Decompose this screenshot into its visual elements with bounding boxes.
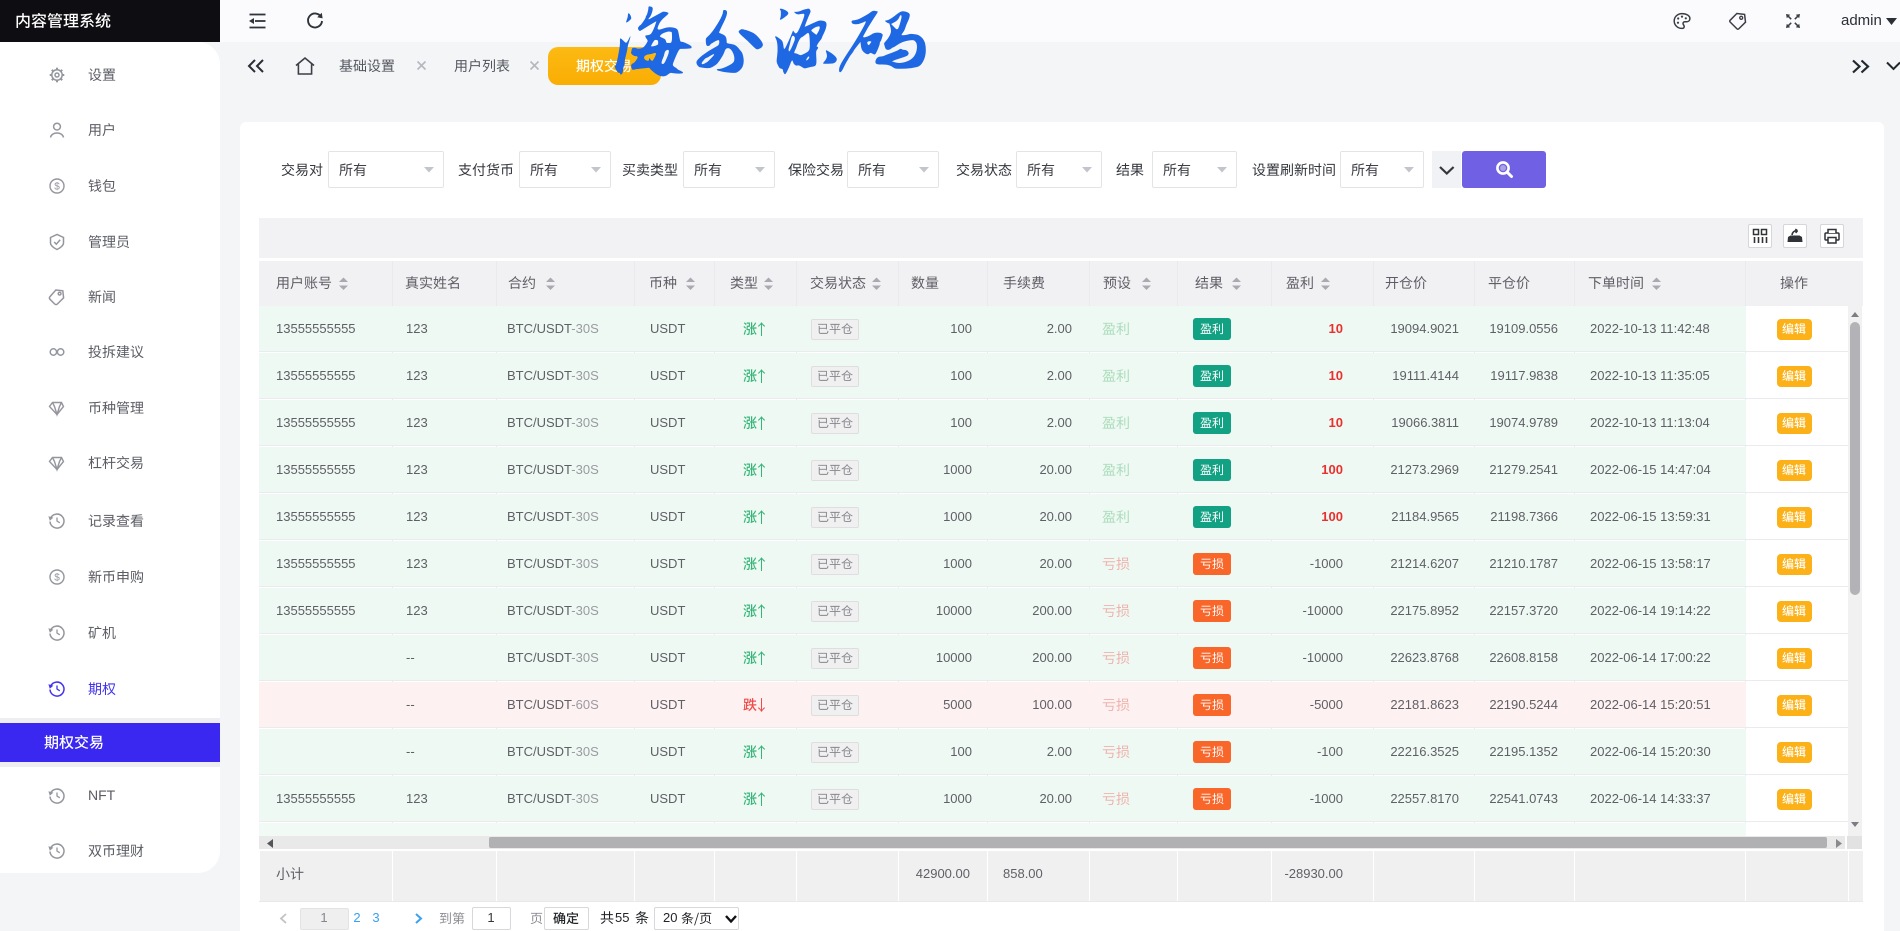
svg-text:$: $: [54, 182, 60, 193]
